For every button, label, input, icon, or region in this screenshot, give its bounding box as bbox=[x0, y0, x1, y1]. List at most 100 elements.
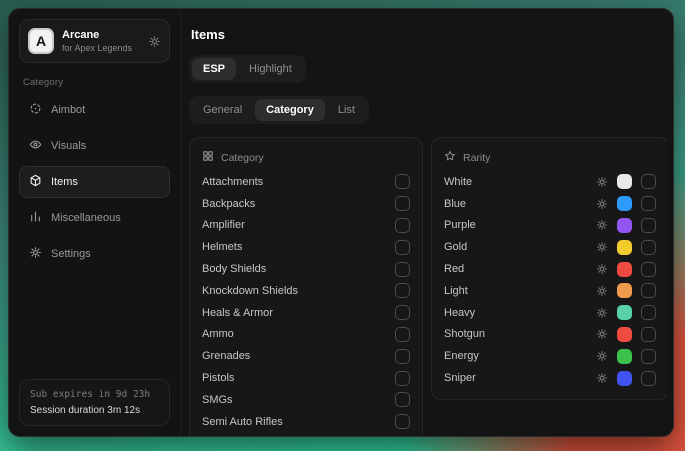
rarity-settings-icon[interactable] bbox=[596, 285, 608, 297]
rarity-settings-icon[interactable] bbox=[596, 176, 608, 188]
sidebar-item-label: Settings bbox=[51, 248, 91, 260]
category-checkbox[interactable] bbox=[395, 262, 410, 277]
category-checkbox[interactable] bbox=[395, 327, 410, 342]
rarity-settings-icon[interactable] bbox=[596, 219, 608, 231]
sidebar-item-aimbot[interactable]: Aimbot bbox=[19, 94, 170, 126]
color-swatch[interactable] bbox=[617, 283, 632, 298]
tab-general[interactable]: General bbox=[192, 99, 253, 121]
category-row: Amplifier bbox=[202, 215, 410, 237]
tab-list[interactable]: List bbox=[327, 99, 366, 121]
category-checkbox[interactable] bbox=[395, 305, 410, 320]
sidebar-item-label: Visuals bbox=[51, 140, 86, 152]
rarity-label: Sniper bbox=[444, 372, 476, 384]
rarity-checkbox[interactable] bbox=[641, 349, 656, 364]
rarity-settings-icon[interactable] bbox=[596, 241, 608, 253]
rarity-label: Purple bbox=[444, 219, 476, 231]
rarity-settings-icon[interactable] bbox=[596, 263, 608, 275]
brand-card: A Arcane for Apex Legends bbox=[19, 19, 170, 63]
sidebar-item-settings[interactable]: Settings bbox=[19, 238, 170, 270]
category-label: Ammo bbox=[202, 328, 234, 340]
category-row: Pistols bbox=[202, 367, 410, 389]
color-swatch[interactable] bbox=[617, 218, 632, 233]
color-swatch[interactable] bbox=[617, 305, 632, 320]
brand-subtitle: for Apex Legends bbox=[62, 43, 132, 53]
rarity-settings-icon[interactable] bbox=[596, 307, 608, 319]
category-label: Backpacks bbox=[202, 198, 255, 210]
tab-category[interactable]: Category bbox=[255, 99, 325, 121]
rarity-checkbox[interactable] bbox=[641, 262, 656, 277]
category-checkbox[interactable] bbox=[395, 392, 410, 407]
sub-expires-text: Sub expires in 9d 23h bbox=[30, 389, 159, 400]
category-checkbox[interactable] bbox=[395, 349, 410, 364]
sidebar-item-items[interactable]: Items bbox=[19, 166, 170, 198]
category-checkbox[interactable] bbox=[395, 240, 410, 255]
tab-highlight[interactable]: Highlight bbox=[238, 58, 303, 80]
color-swatch[interactable] bbox=[617, 349, 632, 364]
rarity-checkbox[interactable] bbox=[641, 196, 656, 211]
rarity-label: Gold bbox=[444, 241, 467, 253]
rarity-label: Energy bbox=[444, 350, 479, 362]
rarity-checkbox[interactable] bbox=[641, 218, 656, 233]
rarity-row: Light bbox=[444, 280, 656, 302]
rarity-label: Blue bbox=[444, 198, 466, 210]
rarity-row: Energy bbox=[444, 345, 656, 367]
color-swatch[interactable] bbox=[617, 262, 632, 277]
category-row: Ammo bbox=[202, 324, 410, 346]
rarity-checkbox[interactable] bbox=[641, 283, 656, 298]
subscription-card: Sub expires in 9d 23h Session duration 3… bbox=[19, 379, 170, 426]
category-row: SMGs bbox=[202, 389, 410, 411]
category-checkbox[interactable] bbox=[395, 196, 410, 211]
crosshair-icon bbox=[29, 102, 42, 118]
rarity-panel: Rarity White Blue Purple Gold Red Light … bbox=[431, 137, 667, 400]
category-checkbox[interactable] bbox=[395, 218, 410, 233]
page-title: Items bbox=[191, 27, 665, 42]
star-icon bbox=[444, 150, 456, 165]
rarity-row: Gold bbox=[444, 236, 656, 258]
rarity-settings-icon[interactable] bbox=[596, 198, 608, 210]
tab-esp[interactable]: ESP bbox=[192, 58, 236, 80]
sidebar-item-visuals[interactable]: Visuals bbox=[19, 130, 170, 162]
category-checkbox[interactable] bbox=[395, 414, 410, 429]
color-swatch[interactable] bbox=[617, 371, 632, 386]
color-swatch[interactable] bbox=[617, 196, 632, 211]
gear-icon bbox=[29, 246, 42, 262]
bars-icon bbox=[29, 210, 42, 226]
category-row: Semi Auto Rifles bbox=[202, 411, 410, 433]
category-checkbox[interactable] bbox=[395, 283, 410, 298]
sidebar: A Arcane for Apex Legends Category Aimbo… bbox=[9, 9, 181, 436]
rarity-checkbox[interactable] bbox=[641, 174, 656, 189]
session-duration-text: Session duration 3m 12s bbox=[30, 405, 159, 416]
eye-icon bbox=[29, 138, 42, 154]
color-swatch[interactable] bbox=[617, 174, 632, 189]
category-row: Backpacks bbox=[202, 193, 410, 215]
category-checkbox[interactable] bbox=[395, 174, 410, 189]
rarity-checkbox[interactable] bbox=[641, 327, 656, 342]
rarity-checkbox[interactable] bbox=[641, 240, 656, 255]
color-swatch[interactable] bbox=[617, 327, 632, 342]
rarity-row: Sniper bbox=[444, 367, 656, 389]
category-checkbox[interactable] bbox=[395, 371, 410, 386]
rarity-settings-icon[interactable] bbox=[596, 372, 608, 384]
sidebar-item-miscellaneous[interactable]: Miscellaneous bbox=[19, 202, 170, 234]
rarity-label: Heavy bbox=[444, 307, 475, 319]
rarity-settings-icon[interactable] bbox=[596, 328, 608, 340]
color-swatch[interactable] bbox=[617, 240, 632, 255]
brand-settings-icon[interactable] bbox=[148, 35, 161, 48]
category-label: Pistols bbox=[202, 372, 234, 384]
category-row: Assault Rifles bbox=[202, 433, 410, 436]
rarity-label: Shotgun bbox=[444, 328, 485, 340]
rarity-row: White bbox=[444, 171, 656, 193]
rarity-row: Purple bbox=[444, 215, 656, 237]
rarity-settings-icon[interactable] bbox=[596, 350, 608, 362]
sidebar-item-label: Aimbot bbox=[51, 104, 85, 116]
sidebar-item-label: Miscellaneous bbox=[51, 212, 121, 224]
rarity-row: Blue bbox=[444, 193, 656, 215]
panel-title: Category bbox=[221, 152, 264, 164]
rarity-row: Red bbox=[444, 258, 656, 280]
rarity-row: Heavy bbox=[444, 302, 656, 324]
rarity-checkbox[interactable] bbox=[641, 305, 656, 320]
app-window: A Arcane for Apex Legends Category Aimbo… bbox=[8, 8, 674, 437]
rarity-checkbox[interactable] bbox=[641, 371, 656, 386]
category-row: Helmets bbox=[202, 236, 410, 258]
panels-row: Category Attachments Backpacks Amplifier… bbox=[189, 137, 667, 436]
